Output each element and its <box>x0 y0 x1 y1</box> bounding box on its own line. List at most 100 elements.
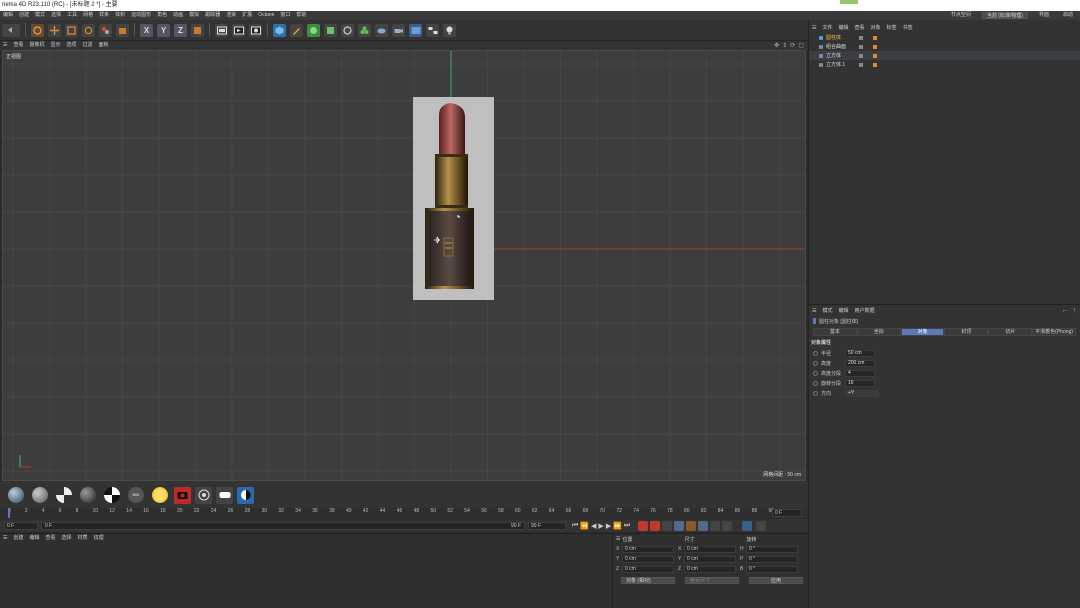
reference-image-plane[interactable] <box>413 97 494 300</box>
menu-item[interactable]: 模式 <box>32 11 48 20</box>
glossy-material-icon[interactable] <box>32 487 48 503</box>
prev-key-icon[interactable]: ⏪ <box>580 522 589 530</box>
sun-light-icon[interactable] <box>152 487 168 503</box>
move-icon[interactable] <box>48 23 61 37</box>
key-point-icon[interactable] <box>722 520 733 531</box>
sky-material-icon[interactable] <box>8 487 24 503</box>
interface-label[interactable]: 界面 <box>1036 11 1052 20</box>
menu-item[interactable]: 模拟 <box>186 11 202 20</box>
y-axis-lock-button[interactable]: Y <box>157 23 170 37</box>
viewport-menu-icon[interactable]: ☰ <box>0 41 10 50</box>
menu-item[interactable]: 跟踪器 <box>202 11 223 20</box>
menu-item[interactable]: 帮助 <box>293 11 309 20</box>
material-menu-item[interactable]: 纹理 <box>91 534 107 543</box>
object-row[interactable]: 立方体 <box>809 51 1080 60</box>
next-frame-icon[interactable]: ▶ <box>606 522 611 530</box>
apply-button[interactable]: 应用 <box>749 577 803 584</box>
coord-mode-dropdown[interactable]: 对象 (相对) <box>621 577 675 584</box>
viewport-menu-item[interactable]: 选项 <box>64 41 80 50</box>
next-key-icon[interactable]: ⏩ <box>613 522 622 530</box>
area-light-icon[interactable] <box>216 486 233 504</box>
position-field[interactable]: 0 cm <box>622 555 674 563</box>
viewport-menu-item[interactable]: 显示 <box>48 41 64 50</box>
material-menu-item[interactable]: 选择 <box>59 534 75 543</box>
key-position-icon[interactable] <box>674 520 685 531</box>
play-icon[interactable]: ▶ <box>598 522 603 530</box>
back-arrow-icon[interactable]: ← <box>1062 307 1069 314</box>
visibility-icon[interactable] <box>859 35 863 40</box>
viewport-menu-item[interactable]: 查看 <box>10 41 26 50</box>
go-start-icon[interactable]: ⏮ <box>572 522 578 530</box>
material-menu-item[interactable]: 编辑 <box>27 534 43 543</box>
menu-item[interactable]: 工具 <box>64 11 80 20</box>
prev-frame-icon[interactable]: ◀ <box>591 522 596 530</box>
hdri-icon[interactable] <box>237 486 254 504</box>
scale-icon[interactable] <box>65 23 78 37</box>
menu-item[interactable]: 扩展 <box>239 11 255 20</box>
menu-item[interactable]: 运动图形 <box>128 11 154 20</box>
current-frame-field[interactable]: 0 F <box>4 521 38 530</box>
checker-bw-material-icon[interactable] <box>104 487 120 503</box>
mograph-icon[interactable] <box>341 23 354 37</box>
viewport-menu-item[interactable]: 摄像机 <box>27 41 48 50</box>
menu-item[interactable]: 网格 <box>80 11 96 20</box>
layout-dropdown[interactable]: 当前 (标准/物理) <box>981 12 1028 19</box>
extrude-icon[interactable] <box>324 23 337 37</box>
up-arrow-icon[interactable]: ↑ <box>1073 307 1077 314</box>
object-row[interactable]: 组合曲面 <box>809 42 1080 51</box>
object-row[interactable]: 圆柱体 <box>809 33 1080 42</box>
target-icon[interactable] <box>195 486 212 504</box>
object-menu-item[interactable]: 查看 <box>852 24 868 33</box>
cube-icon[interactable] <box>273 23 286 37</box>
timeline-ruler[interactable]: 0246810121416182022242628303234363840424… <box>0 508 808 518</box>
dark-material-icon[interactable] <box>80 487 96 503</box>
property-value[interactable]: +Y <box>845 389 879 397</box>
light-icon[interactable] <box>409 23 422 37</box>
attribute-tab[interactable]: 对象 <box>900 328 945 336</box>
rotate-icon[interactable] <box>82 23 95 37</box>
orbit-icon[interactable]: ⟳ <box>790 42 795 49</box>
menu-item[interactable]: 体积 <box>112 11 128 20</box>
key-rotation-icon[interactable] <box>698 520 709 531</box>
octane-camera-icon[interactable] <box>174 486 191 504</box>
property-value[interactable]: 50 cm <box>845 349 875 357</box>
viewport[interactable]: 正视图 网格间距 : 50 cm <box>2 50 806 481</box>
timeline-options-icon[interactable] <box>756 520 767 531</box>
property-value[interactable]: 16 <box>845 379 875 387</box>
attribute-menu-item[interactable]: 模式 <box>819 307 835 316</box>
coordinate-system-icon[interactable] <box>116 23 129 37</box>
recent-tools-icon[interactable] <box>99 23 112 37</box>
menu-item[interactable]: 编辑 <box>0 11 16 20</box>
key-selection-icon[interactable] <box>662 520 673 531</box>
render-view-icon[interactable] <box>232 23 245 37</box>
x-axis-lock-button[interactable]: X <box>140 23 153 37</box>
floor-icon[interactable] <box>375 23 388 37</box>
coords-menu-icon[interactable]: ☰ <box>616 536 620 542</box>
timeline-window-icon[interactable] <box>742 520 753 531</box>
tag-icon[interactable] <box>873 44 877 49</box>
attribute-menu-item[interactable]: 用户数据 <box>852 307 878 316</box>
mix-material-icon[interactable]: MIX <box>128 487 144 503</box>
menu-item[interactable]: 角色 <box>154 11 170 20</box>
object-menu-item[interactable]: 文件 <box>819 24 835 33</box>
material-menu-item[interactable]: 创建 <box>10 534 26 543</box>
menu-item[interactable]: Octane <box>255 11 277 20</box>
attribute-menu-icon[interactable]: ☰ <box>809 307 819 316</box>
property-value[interactable]: 4 <box>845 369 875 377</box>
undo-icon[interactable] <box>2 23 20 37</box>
startup-label[interactable]: 启动 <box>1060 11 1076 20</box>
rotation-field[interactable]: 0 ° <box>746 555 798 563</box>
keyframe-dot-icon[interactable] <box>813 390 818 396</box>
world-coords-icon[interactable] <box>191 23 204 37</box>
size-field[interactable]: 0 cm <box>684 555 736 563</box>
pen-icon[interactable] <box>290 23 303 37</box>
select-icon[interactable] <box>31 23 44 37</box>
camera-icon[interactable] <box>392 23 405 37</box>
menu-item[interactable]: 渲染 <box>223 11 239 20</box>
keyframe-dot-icon[interactable] <box>813 350 818 356</box>
object-menu-icon[interactable]: ☰ <box>809 24 819 33</box>
playhead[interactable] <box>8 508 10 518</box>
object-menu-item[interactable]: 书签 <box>900 24 916 33</box>
attribute-tab[interactable]: 坐标 <box>856 328 901 336</box>
visibility-icon[interactable] <box>859 53 863 58</box>
